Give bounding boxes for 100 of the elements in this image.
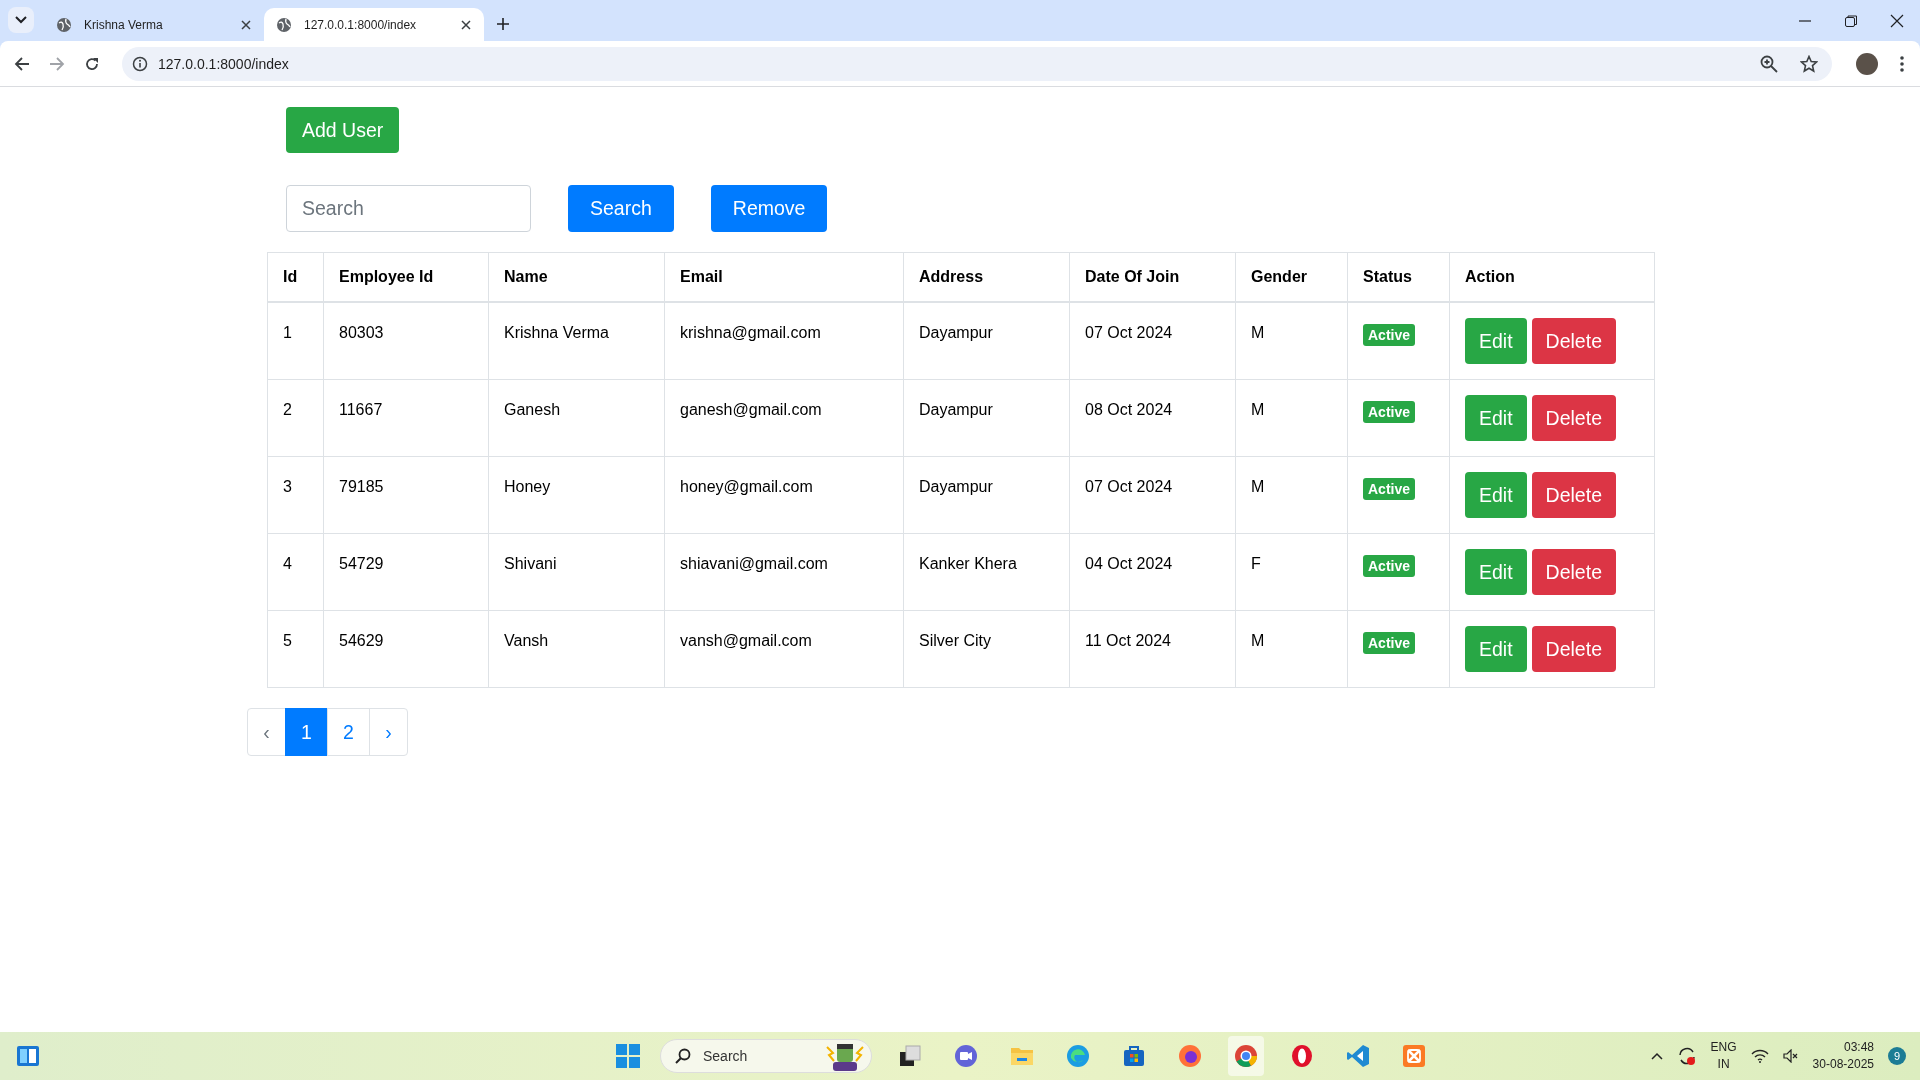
table-cell: honey@gmail.com (664, 456, 904, 534)
star-icon[interactable] (1800, 54, 1818, 73)
column-header: Action (1449, 252, 1655, 302)
table-cell: Dayampur (903, 379, 1070, 457)
zoom-in-icon[interactable] (1760, 54, 1778, 73)
browser-tab[interactable]: 127.0.0.1:8000/index (264, 8, 484, 41)
status-badge: Active (1363, 401, 1416, 423)
code-editor-icon[interactable] (1346, 1044, 1370, 1068)
clock-date[interactable]: 30-08-2025 (1812, 1056, 1874, 1073)
table-cell: 80303 (323, 302, 489, 380)
back-arrow-icon[interactable] (14, 55, 30, 72)
page-link[interactable]: 1 (285, 708, 328, 756)
close-icon[interactable] (240, 18, 252, 31)
firefox-icon[interactable] (1178, 1044, 1202, 1068)
close-icon[interactable] (460, 18, 472, 31)
store-bag-icon[interactable] (1122, 1044, 1146, 1068)
delete-button[interactable]: Delete (1531, 318, 1616, 364)
column-header: Status (1347, 252, 1450, 302)
delete-button[interactable]: Delete (1531, 395, 1616, 441)
table-cell: M (1235, 456, 1348, 534)
url-text: 127.0.0.1:8000/index (158, 55, 289, 72)
table-cell: 11667 (323, 379, 489, 457)
remove-button[interactable]: Remove (710, 185, 828, 232)
task-view-icon[interactable] (898, 1044, 922, 1068)
wifi-icon[interactable] (1750, 1049, 1769, 1063)
region-label[interactable]: IN (1717, 1056, 1730, 1073)
speaker-muted-icon[interactable] (1782, 1049, 1799, 1063)
plus-icon[interactable] (496, 17, 510, 31)
clock-time[interactable]: 03:48 (1843, 1039, 1874, 1056)
column-header: Employee Id (323, 252, 489, 302)
table-cell: 08 Oct 2024 (1069, 379, 1236, 457)
tab-title: Krishna Verma (84, 17, 164, 32)
table-cell: 04 Oct 2024 (1069, 533, 1236, 611)
column-header: Date Of Join (1069, 252, 1236, 302)
tab-title: 127.0.0.1:8000/index (304, 17, 418, 32)
edit-button[interactable]: Edit (1465, 626, 1527, 672)
status-badge: Active (1363, 324, 1416, 346)
windows-start-icon[interactable] (616, 1044, 640, 1068)
table-cell: Krishna Verma (488, 302, 665, 380)
table-cell: 4 (267, 533, 324, 611)
status-badge: Active (1363, 478, 1416, 500)
search-field[interactable]: Search (286, 185, 531, 232)
column-header: Address (903, 252, 1070, 302)
delete-button[interactable]: Delete (1531, 472, 1616, 518)
chrome-icon[interactable] (1234, 1044, 1258, 1068)
edit-button[interactable]: Edit (1465, 395, 1527, 441)
taskbar-search-field[interactable]: Search (660, 1039, 872, 1073)
table-cell: 3 (267, 456, 324, 534)
delete-button[interactable]: Delete (1531, 549, 1616, 595)
next-page-link[interactable]: › (369, 708, 408, 756)
table-cell: Kanker Khera (903, 533, 1070, 611)
edit-button[interactable]: Edit (1465, 549, 1527, 595)
language-label[interactable]: ENG (1710, 1039, 1737, 1056)
more-menu-icon[interactable] (1900, 55, 1904, 72)
table-cell: M (1235, 302, 1348, 380)
search-button[interactable]: Search (568, 185, 674, 232)
column-header: Name (488, 252, 665, 302)
edit-button[interactable]: Edit (1465, 318, 1527, 364)
address-bar[interactable]: 127.0.0.1:8000/index (122, 46, 1832, 81)
table-cell: Dayampur (903, 302, 1070, 380)
video-chat-icon[interactable] (954, 1044, 978, 1068)
restore-icon[interactable] (1844, 14, 1858, 28)
globe-icon (56, 16, 72, 33)
table-cell: 11 Oct 2024 (1069, 610, 1236, 688)
opera-icon[interactable] (1290, 1044, 1314, 1068)
table-cell: M (1235, 379, 1348, 457)
add-user-button[interactable]: Add User (286, 107, 400, 153)
page-link[interactable]: 2 (327, 708, 370, 756)
server-app-icon[interactable] (1402, 1044, 1426, 1068)
edit-button[interactable]: Edit (1465, 472, 1527, 518)
widgets-icon[interactable] (16, 1045, 40, 1067)
table-cell: 54629 (323, 610, 489, 688)
column-header: Email (664, 252, 904, 302)
close-icon[interactable] (1890, 14, 1904, 28)
delete-button[interactable]: Delete (1531, 626, 1616, 672)
chevron-down-icon (15, 16, 27, 24)
profile-avatar[interactable] (1856, 52, 1878, 75)
table-cell: Honey (488, 456, 665, 534)
table-cell: Shivani (488, 533, 665, 611)
browser-tab[interactable]: Krishna Verma (44, 8, 264, 41)
table-cell: 79185 (323, 456, 489, 534)
info-icon[interactable] (132, 55, 148, 72)
status-badge: Active (1363, 632, 1416, 654)
table-cell: krishna@gmail.com (664, 302, 904, 380)
table-cell: Silver City (903, 610, 1070, 688)
edge-browser-icon[interactable] (1066, 1044, 1090, 1068)
table-cell: 5 (267, 610, 324, 688)
table-cell: Vansh (488, 610, 665, 688)
table-cell: shiavani@gmail.com (664, 533, 904, 611)
table-cell: 07 Oct 2024 (1069, 456, 1236, 534)
cartoon-figure-icon (825, 1041, 865, 1071)
notification-badge[interactable]: 9 (1888, 1047, 1906, 1065)
tab-list-button[interactable] (8, 7, 34, 33)
table-cell: vansh@gmail.com (664, 610, 904, 688)
reload-icon[interactable] (84, 55, 100, 72)
column-header: Id (267, 252, 324, 302)
sync-icon[interactable] (1676, 1046, 1697, 1066)
table-cell: Ganesh (488, 379, 665, 457)
globe-icon (276, 16, 292, 33)
chevron-up-icon[interactable] (1650, 1052, 1663, 1060)
